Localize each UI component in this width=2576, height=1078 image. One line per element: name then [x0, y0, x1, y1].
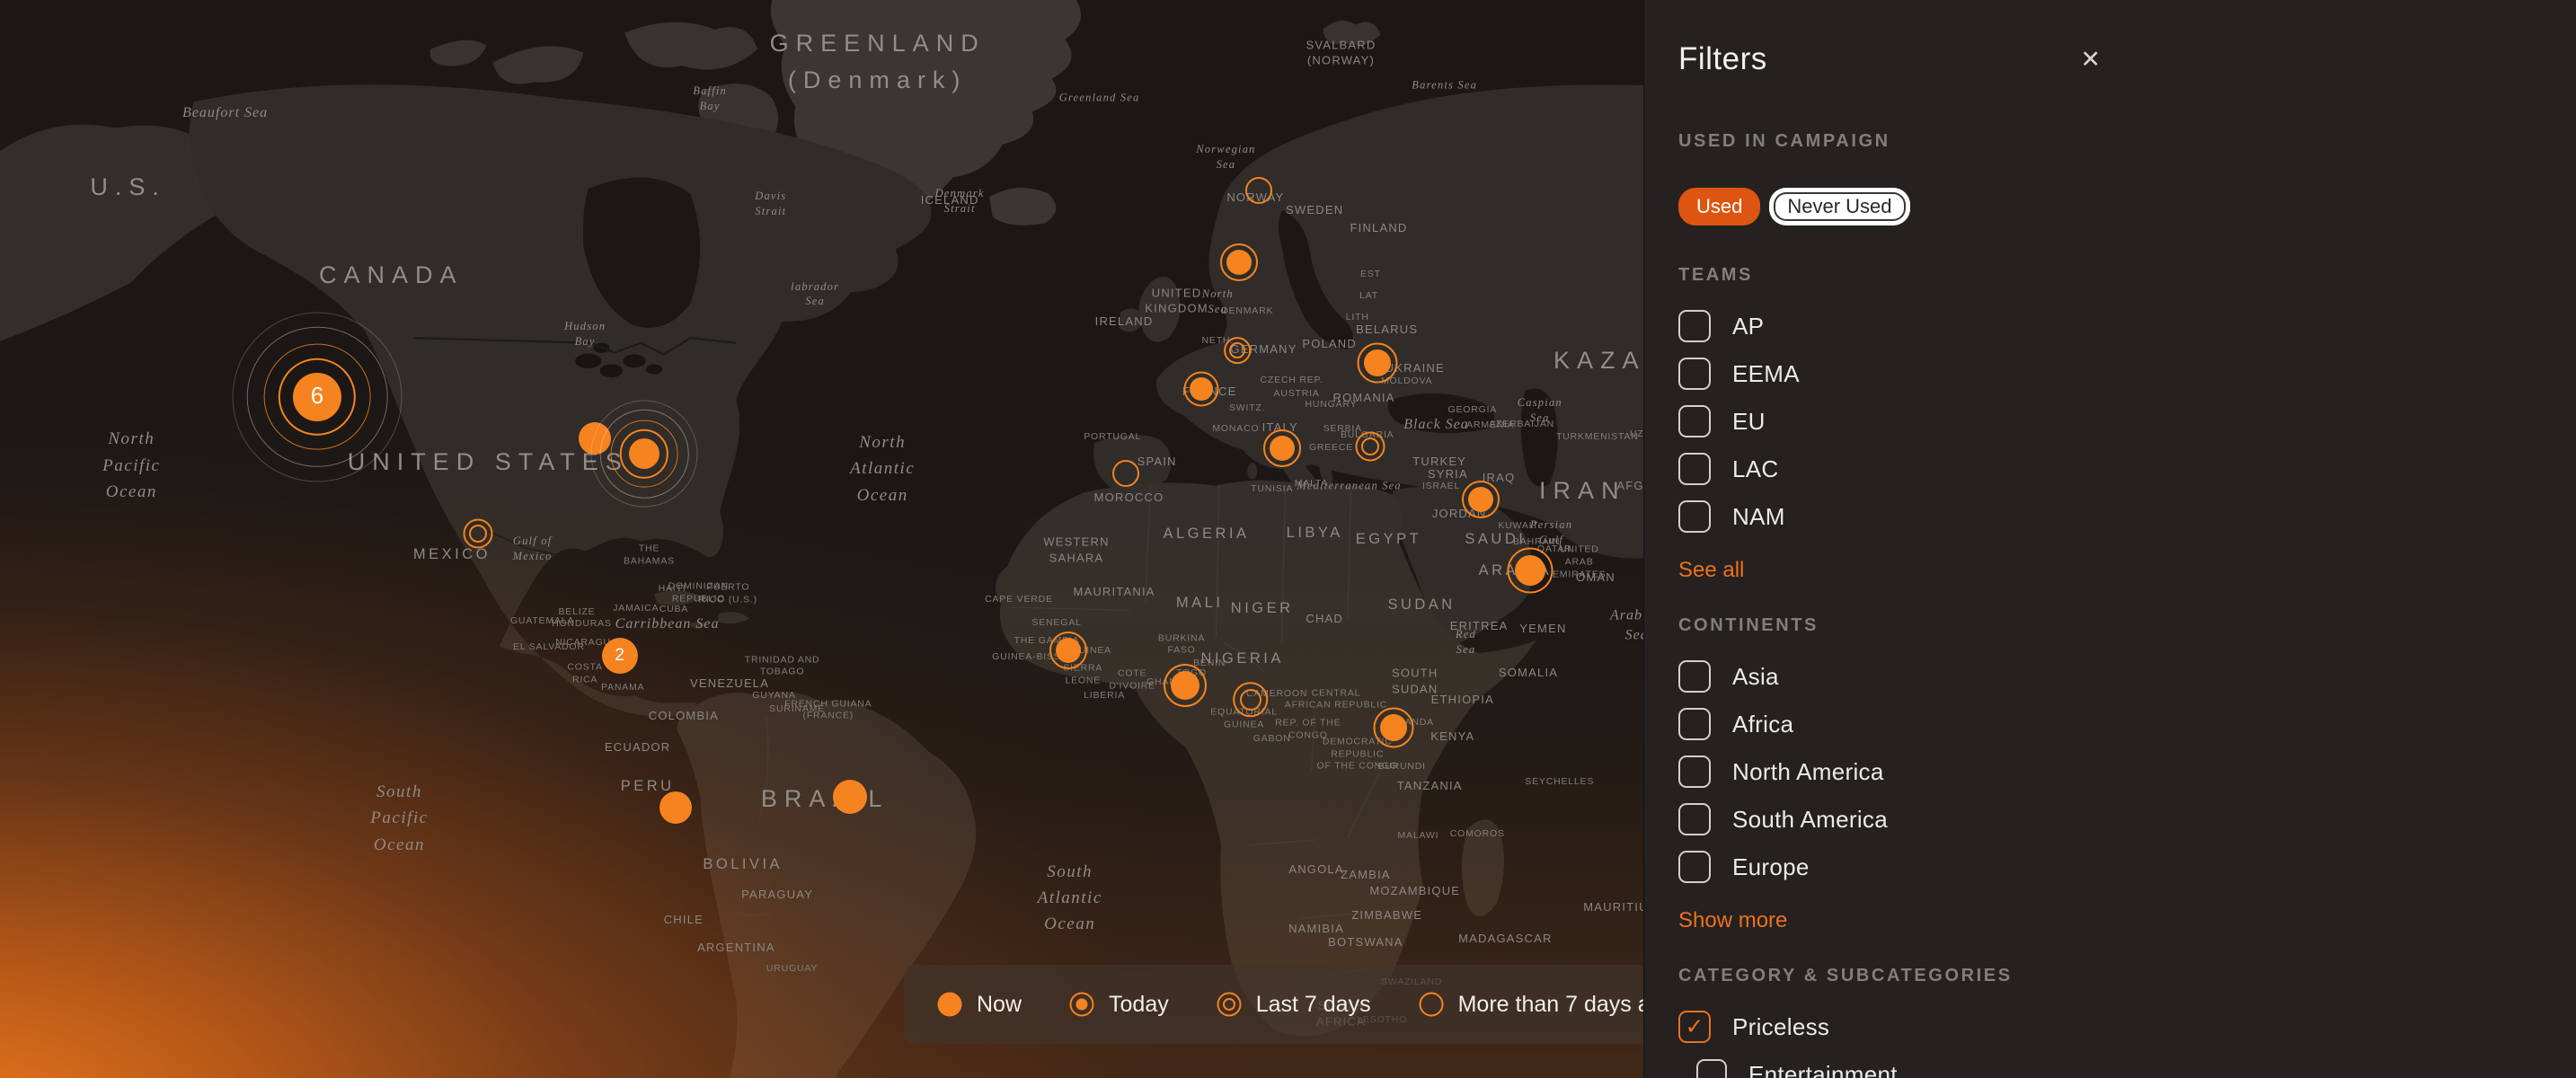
marker-count: 6: [293, 373, 341, 421]
section-category-subcategories: CATEGORY & SUBCATEGORIES Priceless Enter…: [1678, 966, 2576, 1078]
section-heading: CATEGORY & SUBCATEGORIES: [1678, 966, 2576, 986]
filter-chip[interactable]: Used: [1678, 188, 1760, 225]
legend-marker-icon: [1216, 991, 1243, 1018]
checkbox[interactable]: [1696, 1059, 1727, 1078]
marker-core: [1270, 436, 1295, 461]
checkbox[interactable]: [1678, 755, 1711, 788]
checkbox[interactable]: [1678, 660, 1711, 693]
marker-core: [1468, 487, 1493, 512]
filter-checkbox-row[interactable]: Entertainment: [1696, 1057, 2576, 1078]
category-options: Priceless Entertainment: [1678, 1010, 2576, 1078]
filter-checkbox-row[interactable]: AP: [1678, 309, 2576, 343]
checkbox[interactable]: [1678, 1011, 1711, 1043]
filter-checkbox-row[interactable]: South America: [1678, 802, 2576, 836]
marker-core: [1056, 638, 1081, 663]
section-continents: CONTINENTS Asia Africa North: [1678, 615, 2576, 933]
filters-panel: Filters ✕ USED IN CAMPAIGN Used Never Us…: [1643, 0, 2576, 1078]
section-heading: TEAMS: [1678, 265, 2576, 286]
teams-see-all-link[interactable]: See all: [1678, 558, 1744, 583]
checkbox-label: Asia: [1732, 663, 1779, 691]
marker-core: [1240, 689, 1261, 711]
filter-checkbox-row[interactable]: North America: [1678, 755, 2576, 789]
checkbox-label: Africa: [1732, 711, 1793, 738]
filter-checkbox-row[interactable]: Priceless: [1678, 1010, 2576, 1044]
page-title: Filters: [1678, 41, 1767, 77]
world-map[interactable]: GREENLAND (Denmark) CANADA U.S. UNITED S…: [0, 0, 1643, 1078]
marker-core: [1380, 714, 1407, 741]
close-icon[interactable]: ✕: [2080, 48, 2101, 72]
app: GREENLAND (Denmark) CANADA U.S. UNITED S…: [0, 0, 2576, 1078]
filter-checkbox-row[interactable]: NAM: [1678, 499, 2576, 534]
legend-marker-icon: [1418, 991, 1445, 1018]
filter-checkbox-row[interactable]: Europe: [1678, 850, 2576, 884]
teams-options: AP EEMA EU LAC: [1678, 309, 2576, 534]
legend-label: Today: [1109, 992, 1169, 1018]
panel-header: Filters ✕: [1678, 40, 2101, 79]
section-heading: CONTINENTS: [1678, 615, 2576, 636]
marker-core: [1229, 342, 1245, 358]
checkbox[interactable]: [1678, 405, 1711, 437]
legend-label: Now: [977, 992, 1022, 1018]
checkbox-label: South America: [1732, 806, 1888, 834]
marker-core: [1190, 377, 1213, 401]
checkbox-label: Entertainment: [1748, 1061, 1898, 1078]
filter-checkbox-row[interactable]: EU: [1678, 404, 2576, 438]
marker-core: [1361, 437, 1379, 455]
legend-item: Last 7 days: [1216, 991, 1371, 1018]
legend-marker-icon: [936, 991, 963, 1018]
campaign-chips: Used Never Used: [1678, 188, 2576, 225]
checkbox-label: LAC: [1732, 455, 1778, 483]
marker-core: [629, 438, 659, 469]
filter-checkbox-row[interactable]: Asia: [1678, 659, 2576, 694]
legend-label: More than 7 days ago: [1458, 992, 1643, 1018]
legend-label: Last 7 days: [1256, 992, 1371, 1018]
marker-core: [1226, 250, 1252, 275]
filter-checkbox-row[interactable]: Africa: [1678, 707, 2576, 741]
checkbox-label: North America: [1732, 758, 1884, 786]
legend-item: Now: [936, 991, 1022, 1018]
checkbox-label: Priceless: [1732, 1013, 1829, 1041]
marker-core: [1364, 349, 1391, 376]
checkbox[interactable]: [1678, 851, 1711, 883]
marker-core: [1112, 460, 1139, 487]
checkbox[interactable]: [1678, 310, 1711, 342]
legend-marker-icon: [1068, 991, 1095, 1018]
checkbox-label: Europe: [1732, 853, 1810, 881]
legend-item: More than 7 days ago: [1418, 991, 1643, 1018]
checkbox-label: EU: [1732, 408, 1766, 436]
section-used-in-campaign: USED IN CAMPAIGN Used Never Used: [1678, 131, 2576, 225]
checkbox-label: EEMA: [1732, 360, 1800, 388]
section-teams: TEAMS AP EEMA EU: [1678, 265, 2576, 583]
filter-checkbox-row[interactable]: LAC: [1678, 452, 2576, 486]
marker-core: [833, 780, 867, 814]
continents-show-more-link[interactable]: Show more: [1678, 908, 1787, 933]
checkbox[interactable]: [1678, 708, 1711, 740]
checkbox-label: NAM: [1732, 503, 1785, 531]
marker-count: 2: [602, 638, 638, 674]
marker-core: [1245, 177, 1272, 204]
section-heading: USED IN CAMPAIGN: [1678, 131, 2576, 152]
checkbox[interactable]: [1678, 803, 1711, 835]
continents-options: Asia Africa North America South: [1678, 659, 2576, 884]
marker-core: [659, 791, 692, 824]
marker-core: [469, 525, 487, 543]
legend-bar: Now Today Last 7 days: [904, 965, 1643, 1044]
marker-core: [1171, 671, 1199, 700]
checkbox[interactable]: [1678, 500, 1711, 533]
filter-chip[interactable]: Never Used: [1769, 188, 1909, 225]
checkbox[interactable]: [1678, 358, 1711, 390]
checkbox-label: AP: [1732, 313, 1764, 340]
checkbox[interactable]: [1678, 453, 1711, 485]
marker-core: [1515, 555, 1545, 586]
filter-checkbox-row[interactable]: EEMA: [1678, 357, 2576, 391]
world-map-svg: [0, 0, 1643, 1078]
legend-item: Today: [1068, 991, 1169, 1018]
